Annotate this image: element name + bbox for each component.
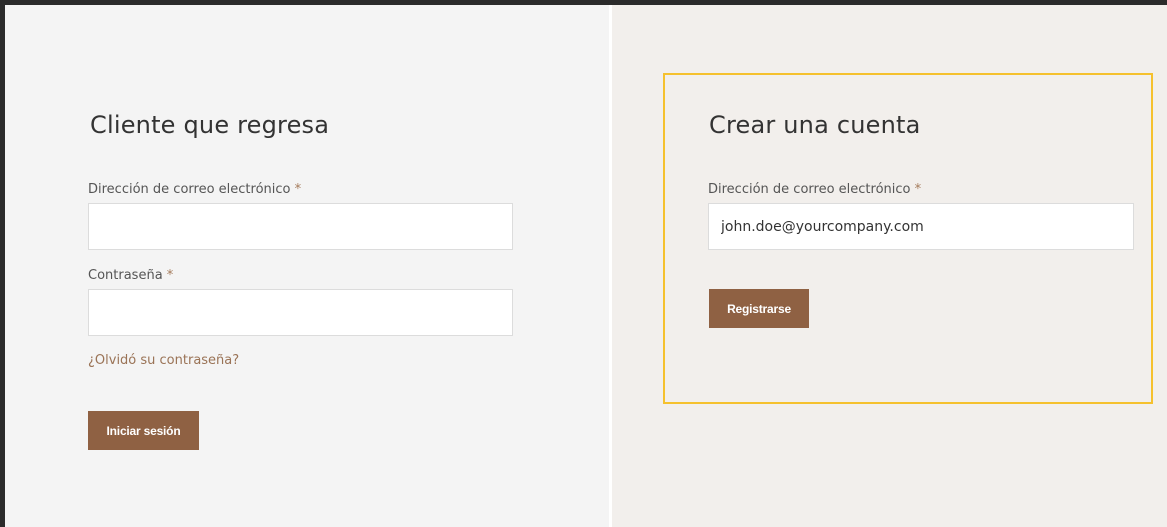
login-email-label-text: Dirección de correo electrónico <box>88 182 291 197</box>
login-password-input[interactable] <box>88 289 513 336</box>
create-account-heading: Crear una cuenta <box>709 111 921 139</box>
login-button[interactable]: Iniciar sesión <box>88 411 199 450</box>
login-password-required-marker: * <box>166 268 174 283</box>
register-email-label-text: Dirección de correo electrónico <box>708 182 911 197</box>
register-button[interactable]: Registrarse <box>709 289 809 328</box>
login-email-label: Dirección de correo electrónico * <box>88 182 301 197</box>
register-email-input[interactable] <box>708 203 1134 250</box>
login-password-label-text: Contraseña <box>88 268 163 283</box>
login-email-required-marker: * <box>294 182 302 197</box>
forgot-password-link[interactable]: ¿Olvidó su contraseña? <box>88 353 239 368</box>
login-email-input[interactable] <box>88 203 513 250</box>
returning-customer-heading: Cliente que regresa <box>90 111 330 139</box>
register-email-label: Dirección de correo electrónico * <box>708 182 921 197</box>
login-password-label: Contraseña * <box>88 268 173 283</box>
register-email-required-marker: * <box>914 182 922 197</box>
